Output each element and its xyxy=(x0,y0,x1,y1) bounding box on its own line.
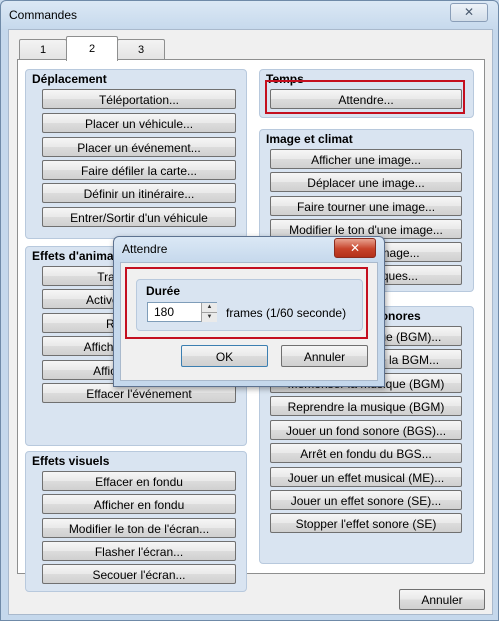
wait-button[interactable]: Attendre... xyxy=(270,89,462,109)
fadeout-bgs-button[interactable]: Arrêt en fondu du BGS... xyxy=(270,443,462,463)
duration-stepper[interactable]: 180 ▲ ▼ xyxy=(147,302,217,322)
group-title: Durée xyxy=(146,284,181,298)
wait-dialog: Attendre ✕ Durée 180 ▲ ▼ frames (1/60 se… xyxy=(113,236,385,387)
place-vehicle-button[interactable]: Placer un véhicule... xyxy=(42,113,236,133)
tab-2[interactable]: 2 xyxy=(66,36,118,61)
flash-screen-button[interactable]: Flasher l'écran... xyxy=(42,541,236,561)
ok-button[interactable]: OK xyxy=(181,345,268,367)
move-picture-button[interactable]: Déplacer une image... xyxy=(270,172,462,192)
group-duree: Durée 180 ▲ ▼ frames (1/60 seconde) xyxy=(136,279,363,331)
stepper-arrows: ▲ ▼ xyxy=(201,303,217,322)
chevron-up-icon[interactable]: ▲ xyxy=(201,303,217,312)
group-temps: Temps Attendre... xyxy=(259,69,474,118)
tint-screen-button[interactable]: Modifier le ton de l'écran... xyxy=(42,518,236,538)
play-me-button[interactable]: Jouer un effet musical (ME)... xyxy=(270,467,462,487)
close-icon[interactable]: ✕ xyxy=(450,3,488,22)
stop-se-button[interactable]: Stopper l'effet sonore (SE) xyxy=(270,513,462,533)
resume-bgm-button[interactable]: Reprendre la musique (BGM) xyxy=(270,396,462,416)
teleport-button[interactable]: Téléportation... xyxy=(42,89,236,109)
group-deplacement: Déplacement Téléportation... Placer un v… xyxy=(25,69,247,239)
tab-1[interactable]: 1 xyxy=(19,39,67,60)
show-picture-button[interactable]: Afficher une image... xyxy=(270,149,462,169)
play-se-button[interactable]: Jouer un effet sonore (SE)... xyxy=(270,490,462,510)
set-route-button[interactable]: Définir un itinéraire... xyxy=(42,183,236,203)
place-event-button[interactable]: Placer un événement... xyxy=(42,137,236,157)
group-visuels: Effets visuels Effacer en fondu Afficher… xyxy=(25,451,247,592)
dialog-title: Attendre xyxy=(122,242,168,256)
close-icon[interactable]: ✕ xyxy=(334,238,376,258)
group-title: Image et climat xyxy=(266,132,353,146)
duration-value: 180 xyxy=(154,305,175,319)
dialog-client: Durée 180 ▲ ▼ frames (1/60 seconde) OK A… xyxy=(120,262,378,381)
unit-label: frames (1/60 seconde) xyxy=(226,306,347,320)
window-title: Commandes xyxy=(9,8,78,22)
rotate-picture-button[interactable]: Faire tourner une image... xyxy=(270,196,462,216)
enter-exit-vehicle-button[interactable]: Entrer/Sortir d'un véhicule xyxy=(42,207,236,227)
scroll-map-button[interactable]: Faire défiler la carte... xyxy=(42,160,236,180)
dialog-cancel-button[interactable]: Annuler xyxy=(281,345,368,367)
title-bar: Commandes ✕ xyxy=(1,1,498,29)
group-title: Déplacement xyxy=(32,72,107,86)
group-title: Temps xyxy=(266,72,304,86)
group-title: Effets visuels xyxy=(32,454,110,468)
shake-screen-button[interactable]: Secouer l'écran... xyxy=(42,564,236,584)
fadeout-screen-button[interactable]: Effacer en fondu xyxy=(42,471,236,491)
chevron-down-icon[interactable]: ▼ xyxy=(201,312,217,322)
tab-3[interactable]: 3 xyxy=(117,39,165,60)
cancel-button[interactable]: Annuler xyxy=(399,589,485,610)
play-bgs-button[interactable]: Jouer un fond sonore (BGS)... xyxy=(270,420,462,440)
fadein-screen-button[interactable]: Afficher en fondu xyxy=(42,494,236,514)
